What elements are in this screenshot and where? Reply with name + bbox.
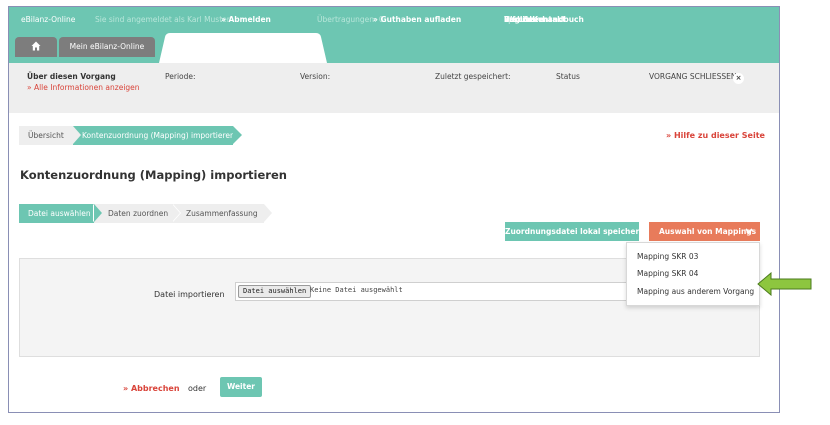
cancel-link[interactable]: » Abbrechen bbox=[123, 384, 180, 393]
home-icon bbox=[31, 41, 41, 51]
chevron-down-icon bbox=[745, 228, 753, 234]
breadcrumb-current-arrow bbox=[233, 126, 242, 144]
choose-file-button[interactable]: Datei auswählen bbox=[238, 285, 312, 298]
save-mapping-file-button[interactable]: Zuordnungsdatei lokal speichern bbox=[505, 222, 645, 241]
close-process-link[interactable]: VORGANG SCHLIESSEN bbox=[649, 72, 737, 81]
mapping-dropdown-menu: Mapping SKR 03 Mapping SKR 04 Mapping au… bbox=[626, 242, 760, 306]
next-button[interactable]: Weiter bbox=[220, 377, 262, 397]
logout-link[interactable]: » Abmelden bbox=[221, 15, 271, 24]
top-links-row: eBilanz-Online Sie sind angemeldet als K… bbox=[21, 15, 584, 24]
file-input[interactable]: Datei auswählen Keine Datei ausgewählt bbox=[235, 282, 635, 301]
page-title: Kontenzuordnung (Mapping) importieren bbox=[20, 168, 287, 182]
period-label: Periode: bbox=[165, 72, 196, 81]
tab-home[interactable] bbox=[15, 37, 57, 57]
step-arrow bbox=[264, 204, 272, 222]
or-text: oder bbox=[188, 384, 207, 393]
annotation-arrow-icon bbox=[757, 272, 812, 296]
version-label: Version: bbox=[300, 72, 331, 81]
step-assign-data: Daten zuordnen bbox=[94, 204, 172, 223]
select-mapping-button[interactable]: Auswahl von Mappings bbox=[649, 222, 760, 241]
step-summary: Zusammenfassung bbox=[172, 204, 264, 223]
process-info-bar: Über diesen Vorgang » Alle Informationen… bbox=[9, 63, 779, 113]
import-file-label: Datei importieren bbox=[154, 290, 225, 299]
step-arrow bbox=[94, 204, 102, 222]
step-arrow bbox=[172, 204, 180, 222]
last-saved-label: Zuletzt gespeichert: bbox=[435, 72, 511, 81]
file-status-text: Keine Datei ausgewählt bbox=[310, 286, 403, 294]
step-select-file: Datei auswählen bbox=[19, 204, 94, 223]
menu-item-other-process[interactable]: Mapping aus anderem Vorgang bbox=[637, 287, 754, 296]
close-icon[interactable]: × bbox=[733, 73, 744, 84]
app-window: eBilanz-Online Sie sind angemeldet als K… bbox=[8, 6, 780, 413]
breadcrumb-separator bbox=[73, 126, 81, 144]
language-english-link[interactable]: English bbox=[504, 15, 535, 24]
about-process-label: Über diesen Vorgang bbox=[27, 72, 116, 81]
help-link[interactable]: » Hilfe zu dieser Seite bbox=[666, 131, 765, 140]
login-status: Sie sind angemeldet als Karl Muster bbox=[95, 15, 230, 24]
recharge-credit-link[interactable]: » Guthaben aufladen bbox=[373, 15, 461, 24]
show-all-info-link[interactable]: » Alle Informationen anzeigen bbox=[27, 83, 140, 92]
menu-item-skr03[interactable]: Mapping SKR 03 bbox=[637, 252, 698, 261]
app-name[interactable]: eBilanz-Online bbox=[21, 15, 75, 24]
breadcrumb-current: Kontenzuordnung (Mapping) importieren bbox=[73, 126, 235, 145]
top-bar: eBilanz-Online Sie sind angemeldet als K… bbox=[9, 7, 779, 63]
tab-current-process[interactable] bbox=[159, 33, 327, 63]
status-label: Status bbox=[556, 72, 580, 81]
select-mapping-label: Auswahl von Mappings bbox=[659, 227, 757, 236]
tab-my-ebilanz[interactable]: Mein eBilanz-Online bbox=[59, 37, 155, 57]
menu-item-skr04[interactable]: Mapping SKR 04 bbox=[637, 269, 698, 278]
breadcrumb-overview[interactable]: Übersicht bbox=[19, 126, 73, 145]
